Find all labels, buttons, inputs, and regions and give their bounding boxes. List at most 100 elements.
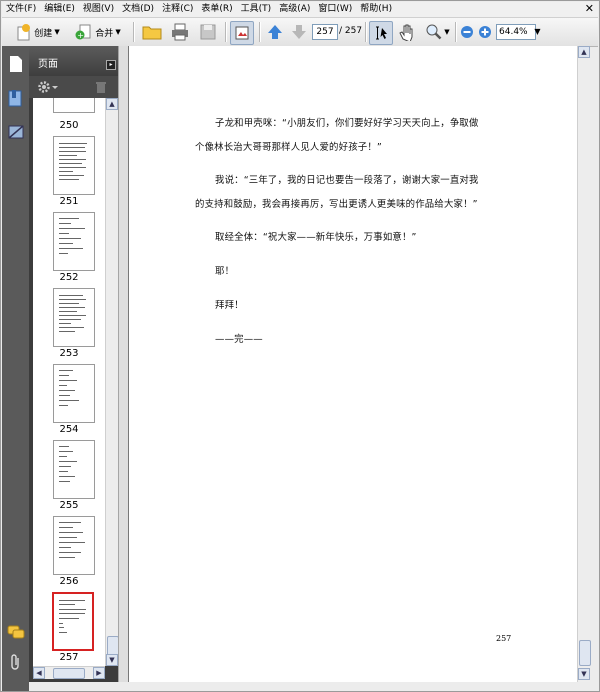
open-button[interactable] [140,21,164,43]
paragraph-line: 个像林长治大哥哥那样人见人爱的好孩子！” [195,142,382,153]
page-icon [10,56,22,72]
scroll-left-icon[interactable]: ◀ [33,667,45,679]
merge-button[interactable]: + 合并 ▼ [70,21,126,43]
comments-panel-button[interactable] [6,622,26,642]
save-button[interactable] [196,21,220,43]
page-thumbnail[interactable] [53,136,95,195]
arrow-up-icon [268,25,282,39]
comment-bubbles-icon [7,625,25,639]
scroll-down-icon[interactable]: ▼ [578,668,590,680]
toolbar: 创建 ▼ + 合并 ▼ 257 / 257 ▼ 64.4% ▼ [2,17,598,47]
hand-icon [399,24,413,41]
thumbnail-label: 251 [59,196,79,207]
disk-icon [200,24,216,40]
toolbar-separator [259,22,261,42]
zoom-level-input[interactable]: 64.4% [496,24,536,40]
paragraph-line: 拜拜！ [215,300,244,311]
select-tool-button[interactable] [369,21,393,45]
snapshot-icon [235,26,249,40]
print-button[interactable] [168,21,192,43]
page-thumbnail[interactable] [53,364,95,423]
menu-help[interactable]: 帮助(H) [356,2,396,17]
page-thumbnail[interactable] [53,516,95,575]
paragraph-line: 取经全体：“祝大家——新年快乐，万事如意！” [215,232,417,243]
options-gear-button[interactable] [37,80,59,97]
menu-forms[interactable]: 表单(R) [197,2,236,17]
toolbar-separator [365,22,367,42]
thumbnails-scrollbar[interactable]: ▲ ▼ [105,98,119,666]
thumbnails-hscrollbar[interactable]: ◀ ▶ [33,666,105,679]
chevron-down-icon: ▼ [54,28,60,36]
thumbnail-label: 257 [59,652,79,663]
navigation-strip [2,46,29,691]
snapshot-button[interactable] [230,21,254,45]
signature-icon [8,125,24,139]
bookmarks-panel-button[interactable] [6,88,26,108]
menu-window[interactable]: 窗口(W) [314,2,356,17]
pages-panel-title: 页面 [38,59,58,70]
plus-circle-icon [479,26,491,38]
menu-document[interactable]: 文档(D) [118,2,158,17]
thumbnail-label: 256 [59,576,79,587]
chevron-down-icon: ▼ [115,28,121,36]
hand-tool-button[interactable] [396,21,418,43]
page-number-input[interactable]: 257 [312,24,338,40]
scrollbar-thumb[interactable] [579,640,591,666]
page-thumbnail[interactable] [53,288,95,347]
document-scrollbar[interactable]: ▲ ▼ [577,46,591,682]
close-icon[interactable]: ✕ [585,2,594,16]
text-cursor-icon [376,26,387,40]
scrollbar-thumb[interactable] [53,668,85,679]
chevron-down-icon: ▼ [444,28,450,36]
page-thumbnail[interactable] [53,212,95,271]
scroll-down-icon[interactable]: ▼ [106,654,118,666]
previous-page-button[interactable] [264,21,286,43]
create-button[interactable]: 创建 ▼ [10,21,66,43]
thumbnail-label: 254 [59,424,79,435]
next-page-button[interactable] [288,21,310,43]
create-label: 创建 [34,28,53,39]
scroll-up-icon[interactable]: ▲ [106,98,118,110]
arrow-down-icon [292,25,306,39]
zoom-tool-button[interactable]: ▼ [422,21,452,43]
panel-options-icon[interactable]: ▸ [106,60,116,70]
menu-file[interactable]: 文件(F) [2,2,40,17]
delete-page-button[interactable] [95,80,107,97]
trash-icon [96,82,106,93]
create-pdf-icon [17,24,31,41]
paragraph-line: 的支持和鼓励，我会再接再厉，写出更诱人更美味的作品给大家！” [195,199,478,210]
svg-text:+: + [78,31,85,40]
menu-edit[interactable]: 编辑(E) [40,2,79,17]
menu-comments[interactable]: 注释(C) [158,2,197,17]
page-thumbnail[interactable] [53,98,95,113]
scroll-right-icon[interactable]: ▶ [93,667,105,679]
zoom-out-button[interactable] [459,21,475,43]
page-thumbnails: 250 251 252 253 254 255 256 257 [33,98,105,666]
toolbar-separator [225,22,227,42]
menu-view[interactable]: 视图(V) [79,2,118,17]
merge-label: 合并 [95,28,114,39]
printer-icon [172,23,188,41]
paragraph-line: 子龙和甲壳咪：“小朋友们，你们要好好学习天天向上，争取做 [215,118,479,129]
app-window: 文件(F) 编辑(E) 视图(V) 文档(D) 注释(C) 表单(R) 工具(T… [0,0,600,692]
attachments-panel-button[interactable] [6,653,26,673]
folder-icon [142,26,162,40]
pages-panel-header: 页面 ▸ [29,46,118,76]
scroll-up-icon[interactable]: ▲ [578,46,590,58]
thumbnail-label: 255 [59,500,79,511]
page-thumbnail[interactable] [53,440,95,499]
page-number: 257 [496,634,512,643]
pages-panel-button[interactable] [6,54,26,74]
toolbar-separator [133,22,135,42]
thumbnail-label: 252 [59,272,79,283]
toolbar-separator [455,22,457,42]
menu-tools[interactable]: 工具(T) [237,2,276,17]
signatures-panel-button[interactable] [6,122,26,142]
zoom-in-button[interactable] [477,21,493,43]
page-thumbnail-selected[interactable] [52,592,94,651]
menu-advanced[interactable]: 高级(A) [275,2,314,17]
page-total: / 257 [339,26,363,36]
merge-icon: + [75,24,91,40]
thumbnail-label: 253 [59,348,79,359]
zoom-dropdown-icon[interactable]: ▼ [533,24,542,40]
